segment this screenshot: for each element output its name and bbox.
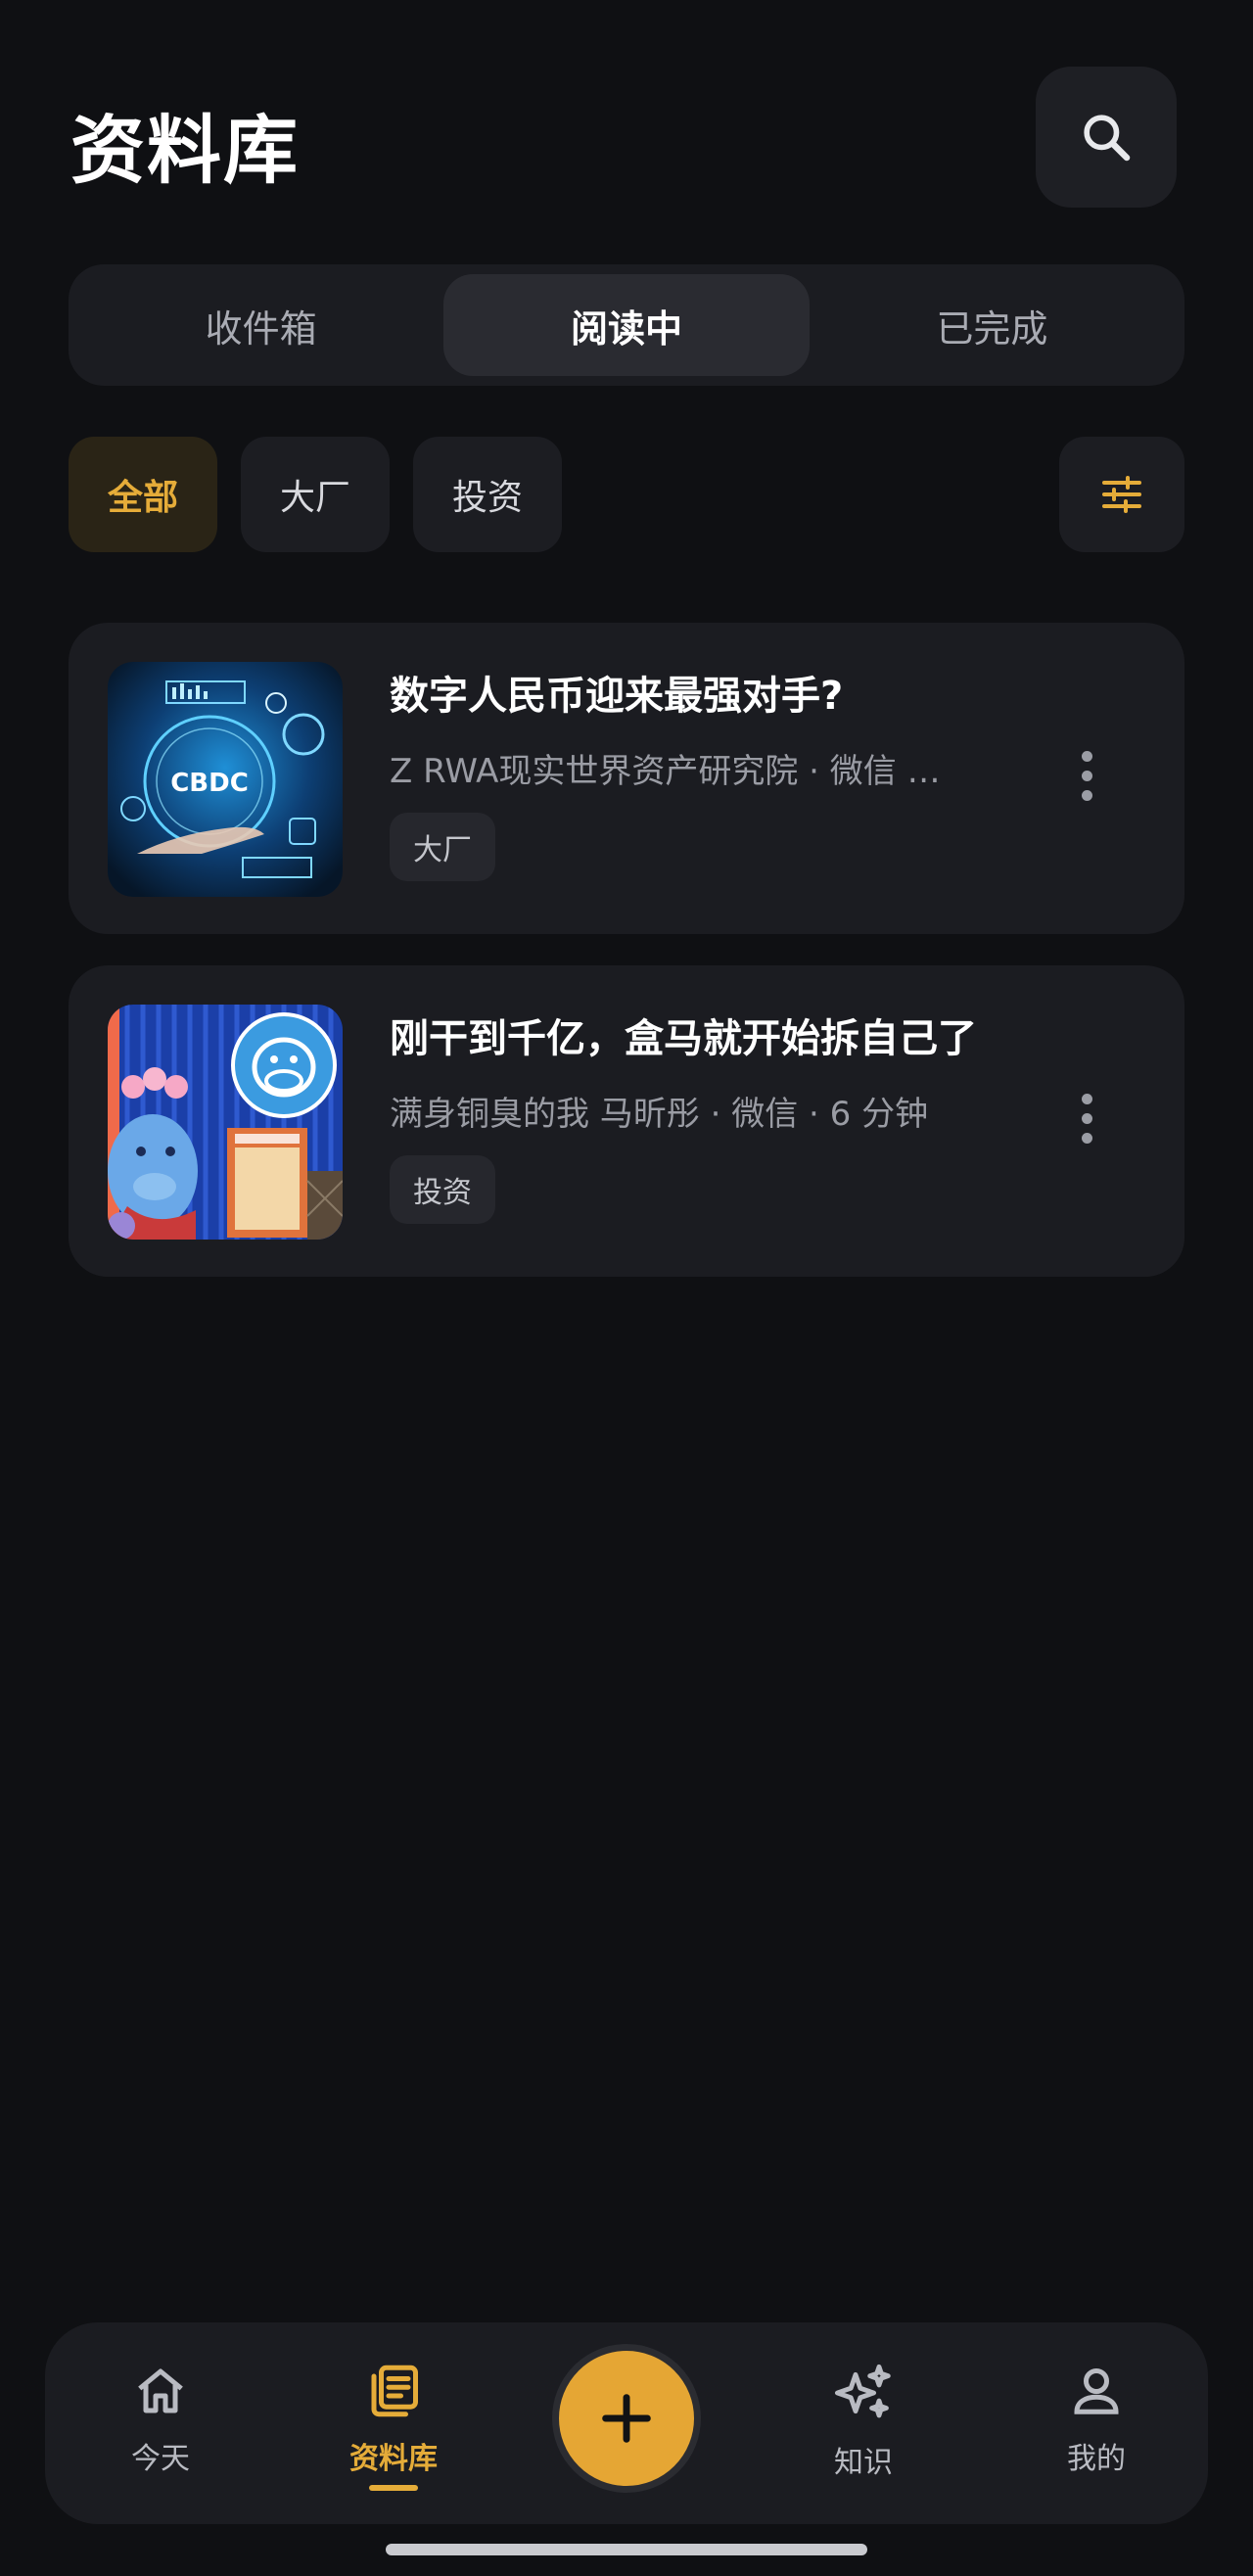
cbdc-image: CBDC — [108, 662, 343, 897]
more-dot — [1081, 770, 1092, 781]
page-title: 资料库 — [70, 107, 300, 194]
article-thumbnail: CBDC — [108, 662, 343, 897]
add-button[interactable] — [552, 2344, 701, 2493]
tab-inbox[interactable]: 收件箱 — [78, 274, 443, 376]
nav-item-today[interactable]: 今天 — [72, 2362, 249, 2499]
filter-settings-button[interactable] — [1059, 437, 1184, 552]
more-options-button[interactable] — [1047, 1067, 1126, 1169]
more-dot — [1081, 1093, 1092, 1104]
article-tag[interactable]: 投资 — [390, 1155, 495, 1224]
chip-all[interactable]: 全部 — [69, 437, 218, 552]
article-title[interactable]: 刚干到千亿，盒马就开始拆自己了 — [390, 1007, 1134, 1063]
nav-label: 今天 — [131, 2442, 190, 2476]
plus-icon — [602, 2394, 651, 2443]
library-icon — [371, 2365, 418, 2417]
profile-icon — [1074, 2368, 1119, 2414]
more-dot — [1081, 1132, 1092, 1144]
tab-reading[interactable]: 阅读中 — [443, 274, 810, 376]
article-meta: 满身铜臭的我 马昕彤 · 微信 · 6 分钟 — [390, 1095, 929, 1134]
more-dot — [1081, 750, 1092, 762]
nav-item-profile[interactable]: 我的 — [1008, 2362, 1184, 2499]
sliders-icon — [1102, 476, 1141, 513]
filter-chips: 全部 大厂 投资 — [69, 437, 563, 552]
article-thumbnail — [108, 1005, 343, 1240]
sparkle-icon — [834, 2364, 891, 2418]
active-indicator — [369, 2485, 418, 2491]
more-dot — [1081, 789, 1092, 801]
article-meta: Z RWA现实世界资产研究院 · 微信 … — [390, 752, 941, 791]
reading-status-tabs: 收件箱 阅读中 已完成 — [69, 264, 1184, 386]
nav-label: 资料库 — [349, 2442, 438, 2476]
more-options-button[interactable] — [1047, 725, 1126, 826]
search-icon — [1084, 115, 1131, 162]
article-card[interactable]: 刚干到千亿，盒马就开始拆自己了 满身铜臭的我 马昕彤 · 微信 · 6 分钟 投… — [69, 965, 1184, 1277]
article-title[interactable]: 数字人民币迎来最强对手? — [390, 664, 1134, 721]
more-dot — [1081, 1112, 1092, 1124]
cbdc-thumb-text: CBDC — [170, 769, 249, 798]
nav-label: 知识 — [834, 2446, 893, 2480]
hippo-image — [108, 1005, 343, 1240]
library-page: 资料库 收件箱 阅读中 已完成 全部 大厂 投资 CBDC 数字人民币迎来最强对… — [0, 0, 1253, 2576]
nav-item-knowledge[interactable]: 知识 — [775, 2362, 951, 2499]
chip-investment[interactable]: 投资 — [413, 437, 563, 552]
chip-big-tech[interactable]: 大厂 — [241, 437, 391, 552]
article-tag[interactable]: 大厂 — [390, 813, 495, 881]
home-icon — [138, 2368, 183, 2413]
nav-item-library[interactable]: 资料库 — [305, 2362, 482, 2499]
tab-completed[interactable]: 已完成 — [810, 274, 1175, 376]
nav-label: 我的 — [1067, 2442, 1126, 2476]
article-card[interactable]: CBDC 数字人民币迎来最强对手? Z RWA现实世界资产研究院 · 微信 … … — [69, 623, 1184, 934]
search-button[interactable] — [1036, 67, 1177, 208]
home-indicator[interactable] — [386, 2544, 867, 2555]
